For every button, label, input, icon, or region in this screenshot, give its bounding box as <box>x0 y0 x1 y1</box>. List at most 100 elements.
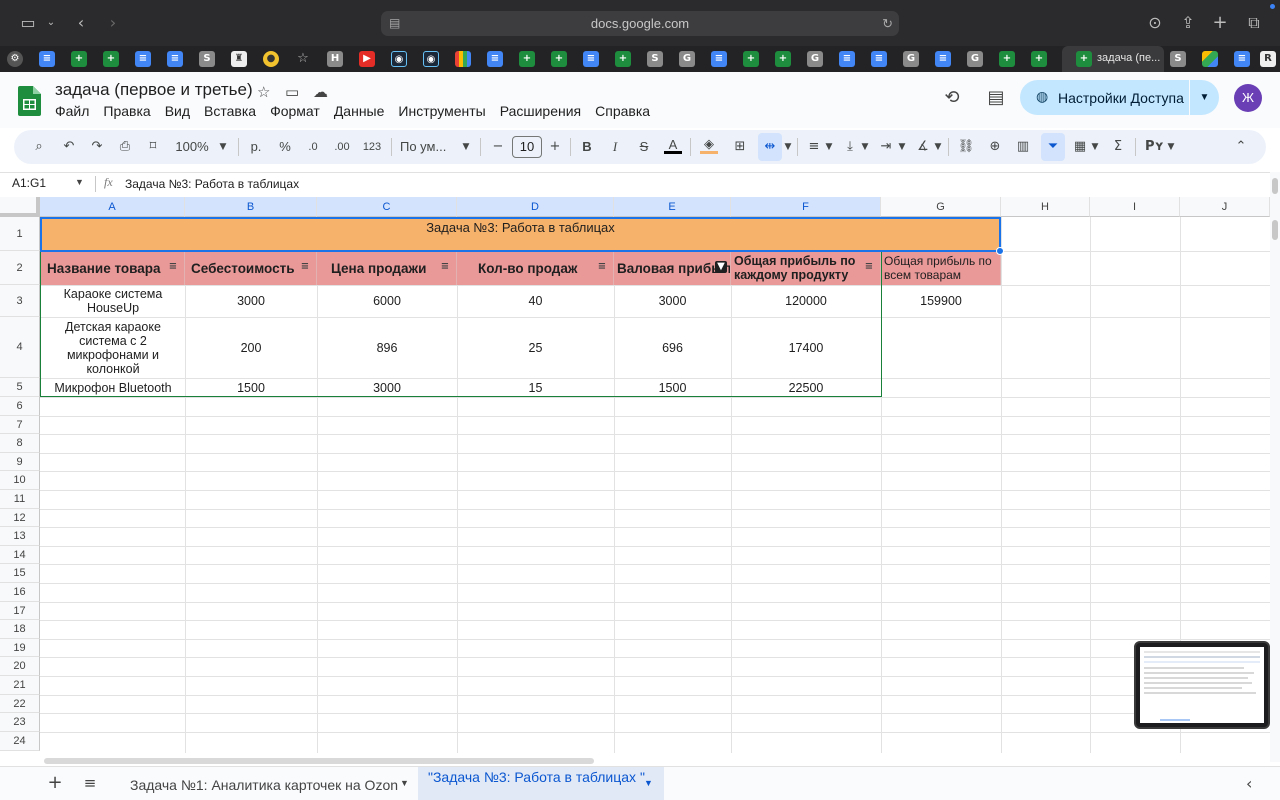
tab-favicon-doc-icon[interactable]: ≡ <box>583 51 599 67</box>
horizontal-align-dropdown-icon[interactable]: ▼ <box>824 138 834 156</box>
tab-favicon-sheet-icon[interactable]: + <box>519 51 535 67</box>
cell-f4[interactable]: 17400 <box>731 317 881 378</box>
column-header-c[interactable]: C <box>317 197 457 217</box>
active-browser-tab[interactable]: + задача (пе... <box>1062 46 1164 72</box>
cell-g4[interactable] <box>881 317 1001 378</box>
vertical-align-dropdown-icon[interactable]: ▼ <box>860 138 870 156</box>
tab-favicon-crest-icon[interactable]: ♜ <box>231 51 247 67</box>
input-tools-dropdown-icon[interactable]: ▼ <box>1166 138 1176 156</box>
tab-favicon-sheet-icon[interactable]: + <box>615 51 631 67</box>
tab-overview-icon[interactable]: ⧉ <box>1243 12 1265 34</box>
text-rotation-icon[interactable]: ∡ <box>914 138 932 156</box>
sheet-tab-dropdown-icon[interactable]: ▼ <box>400 778 409 788</box>
tab-favicon-steam-icon[interactable]: ◉ <box>423 51 439 67</box>
tab-favicon-doc-icon[interactable]: ≡ <box>935 51 951 67</box>
formula-input[interactable]: Задача №3: Работа в таблицах <box>125 177 299 191</box>
row-header[interactable]: 11 <box>0 490 40 509</box>
cell-b4[interactable]: 200 <box>185 317 317 378</box>
tab-favicon-g-icon[interactable]: G <box>967 51 983 67</box>
filter-views-dropdown-icon[interactable]: ▼ <box>1090 138 1100 156</box>
font-dropdown-icon[interactable]: ▼ <box>460 138 472 156</box>
tab-favicon-doc-icon[interactable]: ≡ <box>711 51 727 67</box>
sheet-tab-dropdown-icon[interactable]: ▼ <box>644 778 653 788</box>
tab-favicon-sheet-icon[interactable]: + <box>551 51 567 67</box>
header-cell-sale-price[interactable]: Цена продажи ≡ <box>317 251 457 285</box>
text-wrapping-icon[interactable]: ⇥ <box>877 138 895 156</box>
column-header-e[interactable]: E <box>614 197 731 217</box>
cell-e3[interactable]: 3000 <box>614 285 731 317</box>
header-cell-product-name[interactable]: Название товара ≡ <box>41 251 185 285</box>
row-header[interactable]: 1 <box>0 217 40 251</box>
row-header[interactable]: 4 <box>0 317 40 378</box>
cell-d5[interactable]: 15 <box>457 378 614 397</box>
tab-favicon-g-icon[interactable]: G <box>807 51 823 67</box>
merge-cells-icon[interactable]: ⇹ <box>761 138 779 156</box>
row-header[interactable]: 21 <box>0 676 40 695</box>
tab-favicon-sheet-icon[interactable]: + <box>1031 51 1047 67</box>
search-menus-icon[interactable]: ⌕ <box>30 138 48 156</box>
column-header-f[interactable]: F <box>731 197 881 217</box>
filter-button-icon[interactable]: ≡ <box>863 261 875 273</box>
cell-f5[interactable]: 22500 <box>731 378 881 397</box>
menu-extensions[interactable]: Расширения <box>500 103 581 121</box>
download-icon[interactable]: ⊙ <box>1144 12 1166 34</box>
zoom-dropdown-icon[interactable]: ▼ <box>217 138 229 156</box>
borders-icon[interactable]: ⊞ <box>731 138 749 156</box>
header-cell-total-all[interactable]: Общая прибыль по всем товарам <box>881 251 1001 285</box>
new-tab-icon[interactable]: + <box>1209 12 1231 34</box>
title-cell[interactable]: Задача №3: Работа в таблицах <box>41 218 1000 251</box>
name-box-dropdown-icon[interactable]: ▼ <box>75 177 84 187</box>
tab-favicon-r-icon[interactable]: R <box>1260 51 1276 67</box>
tab-favicon-g-icon[interactable]: G <box>903 51 919 67</box>
row-header[interactable]: 10 <box>0 471 40 490</box>
tab-favicon-doc-icon[interactable]: ≡ <box>1234 51 1250 67</box>
row-header[interactable]: 14 <box>0 546 40 564</box>
column-header-i[interactable]: I <box>1090 197 1180 217</box>
tab-favicon-youtube-icon[interactable]: ▶ <box>359 51 375 67</box>
cell-c5[interactable]: 3000 <box>317 378 457 397</box>
insert-chart-icon[interactable]: ▥ <box>1014 138 1032 156</box>
filter-icon[interactable]: ⏷ <box>1044 138 1062 156</box>
row-header[interactable]: 8 <box>0 434 40 453</box>
tab-favicon-sheet-icon[interactable]: + <box>71 51 87 67</box>
document-title[interactable]: задача (первое и третье) <box>55 80 253 100</box>
row-header[interactable]: 3 <box>0 285 40 317</box>
cell-g3[interactable]: 159900 <box>881 285 1001 317</box>
sheets-logo-icon[interactable] <box>18 86 41 116</box>
filter-button-icon[interactable]: ≡ <box>439 261 451 273</box>
row-header[interactable]: 2 <box>0 251 40 285</box>
tab-favicon-sheet-icon[interactable]: + <box>743 51 759 67</box>
bold-button[interactable]: B <box>579 138 595 156</box>
tab-favicon-doc-icon[interactable]: ≡ <box>839 51 855 67</box>
row-header[interactable]: 12 <box>0 509 40 527</box>
cell-d4[interactable]: 25 <box>457 317 614 378</box>
tab-favicon-duck-icon[interactable]: ● <box>263 51 279 67</box>
font-select[interactable]: По ум... <box>400 138 456 156</box>
filter-views-icon[interactable]: ▦ <box>1071 138 1089 156</box>
name-box[interactable]: A1:G1 <box>12 176 46 190</box>
menu-edit[interactable]: Правка <box>103 103 150 121</box>
row-header[interactable]: 15 <box>0 564 40 583</box>
menu-format[interactable]: Формат <box>270 103 320 121</box>
menu-tools[interactable]: Инструменты <box>398 103 485 121</box>
menu-view[interactable]: Вид <box>165 103 190 121</box>
move-folder-icon[interactable]: ▭ <box>285 83 299 101</box>
cell-e4[interactable]: 696 <box>614 317 731 378</box>
font-size-decrease-icon[interactable]: − <box>490 138 506 156</box>
row-header[interactable]: 5 <box>0 378 40 397</box>
header-cell-sales-count[interactable]: Кол-во продаж ≡ <box>457 251 614 285</box>
tab-favicon-s-icon[interactable]: S <box>1170 51 1186 67</box>
insert-link-icon[interactable]: ⛓ <box>957 138 975 156</box>
tab-favicon-doc-icon[interactable]: ≡ <box>135 51 151 67</box>
tab-favicon-doc-icon[interactable]: ≡ <box>871 51 887 67</box>
column-header-g[interactable]: G <box>881 197 1001 217</box>
row-header[interactable]: 9 <box>0 453 40 471</box>
tab-favicon-doc-icon[interactable]: ≡ <box>167 51 183 67</box>
row-header[interactable]: 24 <box>0 732 40 751</box>
number-format-button[interactable]: 123 <box>360 138 384 156</box>
cell-c3[interactable]: 6000 <box>317 285 457 317</box>
tab-favicon-gear-icon[interactable]: ⚙ <box>7 51 23 67</box>
tab-favicon-doc-icon[interactable]: ≡ <box>39 51 55 67</box>
column-header-b[interactable]: B <box>185 197 317 217</box>
cell-a5[interactable]: Микрофон Bluetooth <box>41 378 185 397</box>
